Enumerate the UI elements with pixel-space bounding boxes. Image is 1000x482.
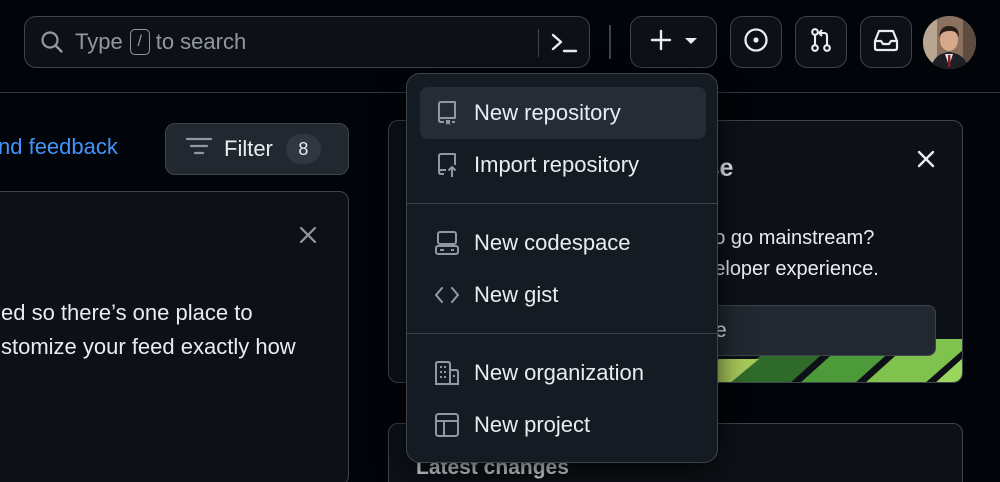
search-input[interactable]: Type / to search — [24, 16, 590, 68]
pull-requests-icon — [808, 27, 834, 58]
search-divider — [538, 29, 539, 57]
search-placeholder-prefix: Type — [75, 29, 123, 54]
pull-requests-button[interactable] — [795, 16, 847, 68]
command-palette-icon[interactable] — [549, 29, 579, 57]
search-placeholder-suffix: to search — [155, 29, 247, 54]
menu-divider — [407, 333, 717, 334]
menu-item-label: New codespace — [474, 230, 631, 255]
feed-intro-card: ed so there’s one place to stomize your … — [0, 191, 349, 482]
menu-item-new-codespace[interactable]: New codespace — [420, 217, 706, 269]
inbox-button[interactable] — [860, 16, 912, 68]
feed-intro-line-1: ed so there’s one place to — [1, 300, 253, 325]
menu-item-label: New repository — [474, 100, 621, 125]
menu-item-new-organization[interactable]: New organization — [420, 347, 706, 399]
menu-item-import-repository[interactable]: Import repository — [420, 139, 706, 191]
issues-button[interactable] — [730, 16, 782, 68]
repo-icon — [434, 100, 460, 126]
filter-count-badge: 8 — [285, 134, 321, 164]
menu-item-label: Import repository — [474, 152, 640, 177]
menu-item-label: New organization — [474, 360, 644, 385]
feed-intro-line-2: stomize your feed exactly how — [1, 334, 296, 359]
table-icon — [434, 412, 460, 438]
create-new-menu: New repository Import repository New cod… — [406, 73, 718, 463]
search-placeholder: Type / to search — [75, 29, 246, 55]
promo-cta-button[interactable]: re — [689, 305, 936, 356]
organization-icon — [434, 360, 460, 386]
menu-item-new-repository[interactable]: New repository — [420, 87, 706, 139]
menu-item-new-project[interactable]: New project — [420, 399, 706, 451]
plus-icon — [650, 29, 672, 56]
menu-item-label: New gist — [474, 282, 559, 307]
header-separator — [609, 25, 611, 59]
feedback-link[interactable]: nd feedback — [0, 134, 118, 160]
code-icon — [434, 282, 460, 308]
issues-icon — [743, 27, 769, 58]
filter-label: Filter — [224, 136, 273, 161]
inbox-icon — [872, 27, 900, 58]
filter-button[interactable]: Filter 8 — [165, 123, 349, 175]
close-icon[interactable] — [916, 149, 936, 169]
slash-key-hint: / — [129, 29, 150, 55]
create-new-button[interactable] — [630, 16, 717, 68]
chevron-down-icon — [684, 33, 698, 51]
search-icon — [39, 29, 65, 55]
menu-divider — [407, 203, 717, 204]
codespaces-icon — [434, 230, 460, 256]
filter-icon — [185, 136, 213, 162]
close-icon[interactable] — [298, 225, 318, 245]
user-avatar[interactable] — [923, 16, 976, 69]
repo-push-icon — [434, 152, 460, 178]
feed-intro-text: ed so there’s one place to stomize your … — [1, 296, 350, 364]
menu-item-new-gist[interactable]: New gist — [420, 269, 706, 321]
menu-item-label: New project — [474, 412, 591, 437]
